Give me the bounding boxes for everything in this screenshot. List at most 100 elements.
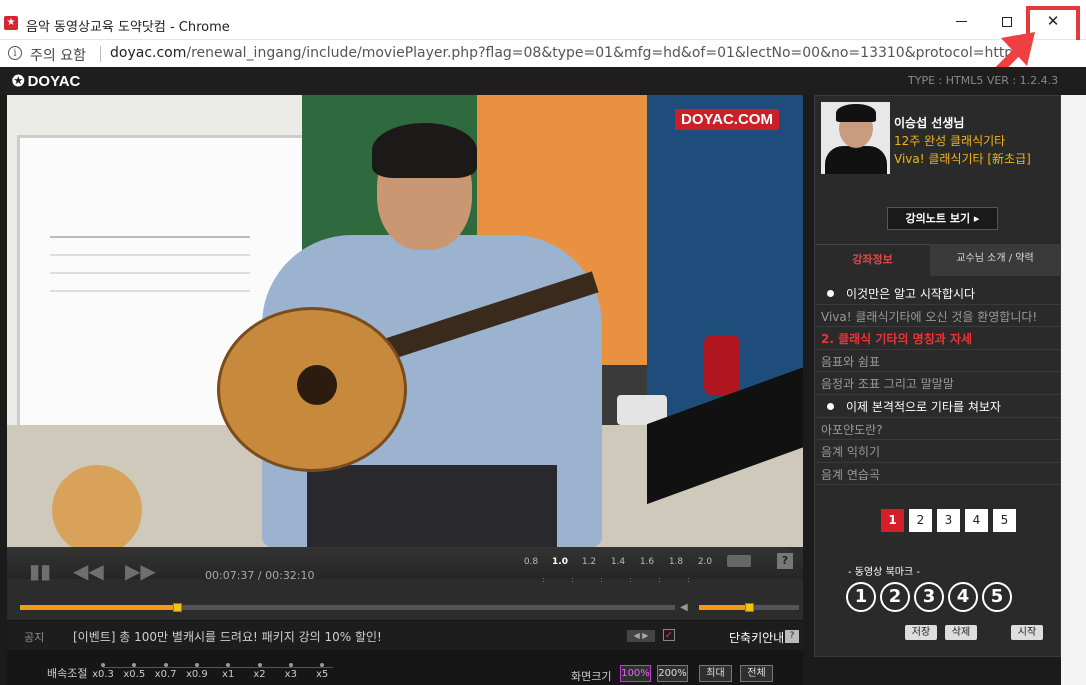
page-button[interactable]: 4	[965, 509, 988, 532]
speed-option[interactable]: 2.0	[695, 557, 715, 567]
info-icon[interactable]: i	[8, 46, 22, 60]
screen-size-button[interactable]: 최대	[699, 665, 732, 682]
rewind-button[interactable]: ◀◀	[73, 559, 104, 583]
chapter-item[interactable]: Viva! 클래식기타에 오신 것을 환영합니다!	[815, 305, 1060, 328]
panel-tabs: 강좌정보 교수님 소개 / 약력	[815, 244, 1060, 276]
volume-slider[interactable]	[699, 603, 799, 612]
current-time: 00:07:37	[205, 569, 255, 582]
chapter-title: 음표와 쉼표	[821, 354, 881, 369]
volume-icon[interactable]: ◀	[680, 602, 688, 613]
rate-option[interactable]: x2	[246, 669, 274, 680]
video-guitar-left	[52, 465, 142, 547]
screen-size-button[interactable]: 200%	[657, 665, 688, 682]
teacher-name: 이승섭 선생님	[894, 116, 965, 130]
speed-option[interactable]: 0.8	[521, 557, 541, 567]
notice-nav-arrows[interactable]: ◀ ▶	[627, 630, 655, 642]
bookmark-delete-button[interactable]: 삭제	[945, 625, 977, 640]
notice-bar: 공지 [이벤트] 총 100만 별캐시를 드려요! 패키지 강의 10% 할인!…	[7, 620, 803, 650]
rate-slider[interactable]	[103, 667, 333, 668]
total-time: 00:32:10	[265, 569, 315, 582]
chapter-item[interactable]: 음계 연습곡	[815, 463, 1060, 486]
bottom-bar: 배속조절 x0.3 x0.5 x0.7 x0.9 x1 x2 x3 x5 화면크기 100% 2…	[7, 650, 803, 685]
speed-separator: :	[658, 575, 661, 584]
bookmark-button[interactable]: 3	[914, 582, 944, 612]
chapter-section: 이것만은 알고 시작합시다	[815, 282, 1060, 305]
bookmark-start-button[interactable]: 시작	[1011, 625, 1043, 640]
chapter-title: 아포얀도란?	[821, 422, 883, 437]
lecture-panel: 이승섭 선생님 12주 완성 클래식기타 Viva! 클래식기타 [新초급] 강…	[814, 95, 1061, 657]
bookmark-button[interactable]: 4	[948, 582, 978, 612]
screen-size-button[interactable]: 전체	[740, 665, 773, 682]
chapter-item[interactable]: 아포얀도란?	[815, 418, 1060, 441]
security-warning[interactable]: 주의 요함	[30, 45, 86, 65]
logo-text: DOYAC	[27, 73, 81, 90]
volume-handle[interactable]	[745, 603, 754, 612]
video-person-hair	[372, 123, 477, 178]
rate-tick[interactable]	[194, 663, 199, 667]
chapter-item[interactable]: 음정과 조표 그리고 말말말	[815, 372, 1060, 395]
rewind-icon: ◀◀	[73, 559, 104, 583]
tab-teacher-profile[interactable]: 교수님 소개 / 약력	[930, 244, 1060, 276]
rate-option[interactable]: x5	[308, 669, 336, 680]
speed-separator: :	[542, 575, 545, 584]
capture-icon[interactable]	[727, 555, 751, 567]
player-help-button[interactable]: ?	[777, 553, 793, 569]
page-button[interactable]: 3	[937, 509, 960, 532]
video-area[interactable]: DOYAC.COM	[7, 95, 803, 547]
photo-hair	[836, 104, 876, 122]
bookmark-button[interactable]: 1	[846, 582, 876, 612]
player-version: TYPE : HTML5 VER : 1.2.4.3	[908, 74, 1059, 87]
chapter-title: 음정과 조표 그리고 말말말	[821, 377, 954, 392]
speed-option[interactable]: 1.4	[608, 557, 628, 567]
address-divider	[100, 46, 101, 62]
pause-button[interactable]: ▮▮	[29, 559, 51, 583]
rate-option[interactable]: x0.5	[120, 669, 148, 680]
url-text[interactable]: doyac.com/renewal_ingang/include/moviePl…	[110, 45, 1013, 61]
rate-option[interactable]: x0.3	[89, 669, 117, 680]
rate-option[interactable]: x0.7	[152, 669, 180, 680]
speed-option[interactable]: 1.2	[579, 557, 599, 567]
speed-option[interactable]: 1.8	[666, 557, 686, 567]
staff-line	[50, 254, 250, 256]
screen-size-button[interactable]: 100%	[620, 665, 651, 682]
player-controls: ▮▮ ◀◀ ▶▶ 00:07:37 / 00:32:10 0.8:1.0:1.2…	[7, 547, 803, 620]
shortcut-help-button[interactable]: ?	[785, 630, 799, 643]
url-path: /renewal_ingang/include/moviePlayer.php?…	[186, 45, 1014, 61]
page-button[interactable]: 2	[909, 509, 932, 532]
speed-option[interactable]: 1.6	[637, 557, 657, 567]
pause-icon: ▮▮	[29, 559, 52, 583]
page-button[interactable]: 5	[993, 509, 1016, 532]
progress-bar[interactable]	[20, 603, 675, 612]
progress-handle[interactable]	[173, 603, 183, 612]
screen-size-label: 화면크기	[571, 670, 612, 683]
rate-option[interactable]: x0.9	[183, 669, 211, 680]
notice-checkbox[interactable]: ✓	[663, 629, 675, 641]
chapter-item[interactable]: 음계 익히기	[815, 440, 1060, 463]
rate-option[interactable]: x1	[214, 669, 242, 680]
speed-option[interactable]: 1.0	[550, 557, 570, 567]
rate-tick[interactable]	[101, 663, 105, 667]
rate-tick[interactable]	[257, 663, 262, 667]
bookmark-button[interactable]: 5	[982, 582, 1012, 612]
chapter-title: 음계 연습곡	[821, 467, 881, 482]
staff-line	[50, 272, 250, 274]
tab-lecture-info[interactable]: 강좌정보	[815, 244, 930, 276]
notice-text[interactable]: [이벤트] 총 100만 별캐시를 드려요! 패키지 강의 10% 할인!	[73, 628, 382, 645]
doyac-star-icon: ✪	[12, 73, 25, 90]
shortcut-guide[interactable]: 단축키안내	[729, 629, 784, 646]
course-line-2: Viva! 클래식기타 [新초급]	[894, 152, 1031, 166]
rate-tick[interactable]	[163, 663, 168, 667]
bookmark-save-button[interactable]: 저장	[905, 625, 937, 640]
window-title: 음악 동영상교육 도약닷컴 - Chrome	[26, 20, 230, 35]
lecture-note-button[interactable]: 강의노트 보기 ▸	[887, 207, 998, 230]
rate-option[interactable]: x3	[277, 669, 305, 680]
chapter-title: 2. 클래식 기타의 명칭과 자세	[821, 332, 973, 347]
doyac-star-icon: ★	[4, 16, 18, 30]
rate-tick[interactable]	[288, 663, 293, 667]
forward-button[interactable]: ▶▶	[125, 559, 156, 583]
chapter-item[interactable]: 2. 클래식 기타의 명칭과 자세	[815, 327, 1060, 350]
page-button[interactable]: 1	[881, 509, 904, 532]
bookmark-button[interactable]: 2	[880, 582, 910, 612]
chapter-item[interactable]: 음표와 쉼표	[815, 350, 1060, 373]
address-bar: i 주의 요함 doyac.com/renewal_ingang/include…	[0, 40, 1086, 67]
